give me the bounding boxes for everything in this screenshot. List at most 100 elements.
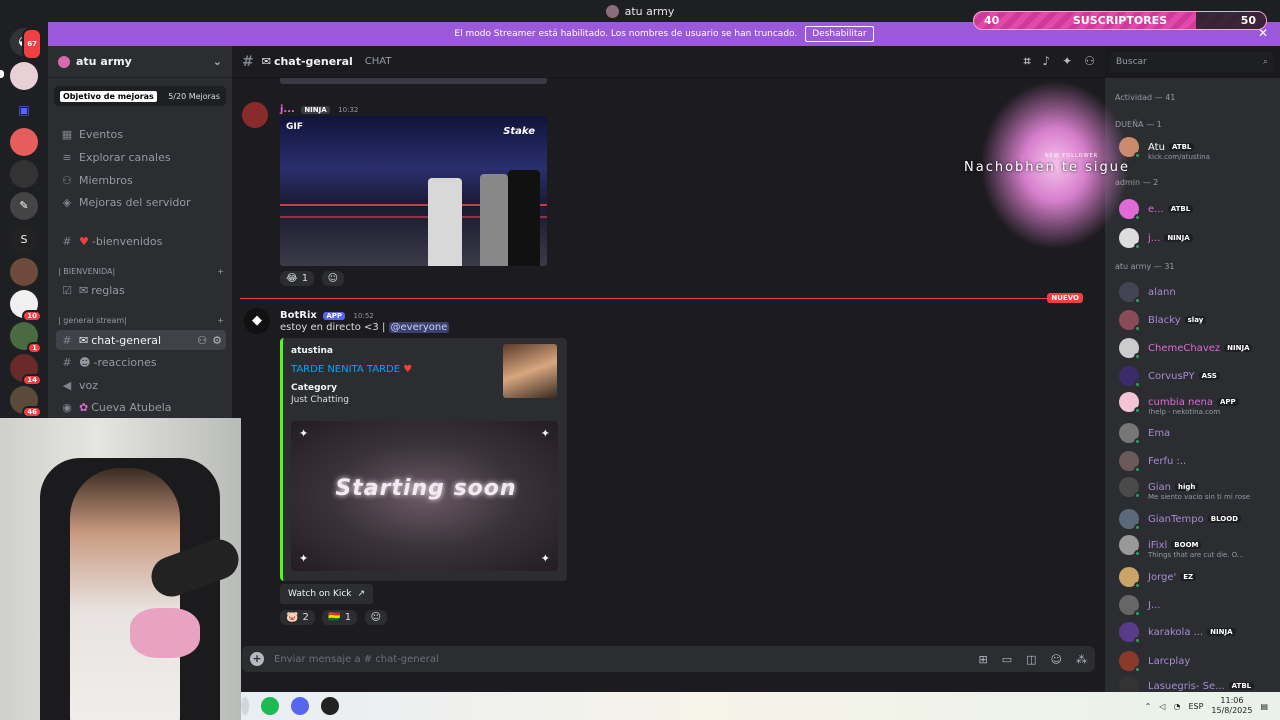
- embed-thumbnail[interactable]: [503, 344, 557, 398]
- speaker-icon[interactable]: ◁: [1159, 702, 1165, 711]
- server-icon[interactable]: 14: [10, 354, 42, 386]
- invite-icon[interactable]: ⚇: [197, 334, 207, 347]
- gif-attachment[interactable]: GIF Stake: [280, 116, 547, 266]
- server-icon[interactable]: 46: [10, 386, 42, 418]
- chat-scrollbar[interactable]: [1096, 608, 1101, 634]
- member-item[interactable]: alann: [1119, 281, 1277, 304]
- message-author[interactable]: BotRix: [280, 310, 317, 321]
- watch-on-kick-button[interactable]: Watch on Kick ↗: [280, 584, 374, 604]
- webcam-overlay: [0, 418, 241, 720]
- emoji-icon[interactable]: ☺: [1051, 653, 1062, 666]
- gift-icon[interactable]: ⊞: [979, 653, 988, 666]
- notification-icon[interactable]: ▤: [1260, 702, 1268, 711]
- server-icon[interactable]: ✎: [10, 192, 38, 220]
- server-icon[interactable]: S: [10, 226, 38, 254]
- bot-avatar[interactable]: ◆: [244, 308, 270, 334]
- reaction-button[interactable]: 😂 1: [280, 271, 315, 286]
- hash-icon: #: [242, 53, 254, 70]
- category-general-stream[interactable]: | general stream| +: [58, 316, 224, 325]
- server-icon[interactable]: [10, 258, 38, 286]
- nav-server-boosts[interactable]: ◈ Mejoras del servidor: [56, 192, 226, 212]
- avatar: [1119, 651, 1141, 673]
- notifications-icon[interactable]: ♪: [1043, 54, 1051, 69]
- avatar[interactable]: [242, 102, 268, 128]
- channel-chat-general[interactable]: # ✉ chat-general ⚇ ⚙: [56, 330, 226, 350]
- server-header[interactable]: atu army ⌄: [48, 46, 232, 78]
- reaction-button[interactable]: 🇧🇴 1: [322, 610, 358, 625]
- member-item[interactable]: iFixl BOOM Things that are cut die. O...: [1119, 534, 1277, 559]
- gif-icon[interactable]: ▭: [1002, 653, 1012, 666]
- channel-bienvenidos[interactable]: # ♥ -bienvenidos: [56, 231, 226, 251]
- notification-badge: 46: [22, 406, 42, 418]
- browse-icon: ≡: [62, 150, 72, 164]
- member-name: Jorge': [1148, 571, 1177, 583]
- nav-members[interactable]: ⚇ Miembros: [56, 170, 226, 190]
- discord-icon[interactable]: [291, 697, 309, 715]
- member-item[interactable]: GianTempo BLOOD: [1119, 508, 1277, 531]
- everyone-mention[interactable]: @everyone: [388, 322, 450, 333]
- server-icon[interactable]: 10: [10, 290, 42, 322]
- plus-icon[interactable]: +: [250, 652, 264, 666]
- message-composer[interactable]: + Enviar mensaje a # chat-general ⊞ ▭ ◫ …: [242, 646, 1095, 672]
- member-item[interactable]: Ferfu :..: [1119, 450, 1277, 473]
- sticker-icon[interactable]: ◫: [1026, 653, 1036, 666]
- add-reaction-button[interactable]: ☺: [321, 271, 344, 286]
- server-icon[interactable]: [10, 160, 38, 188]
- reaction-button[interactable]: 🐷 2: [280, 610, 315, 625]
- member-name: CorvusPY: [1148, 370, 1195, 382]
- member-list-icon[interactable]: ⚇: [1084, 54, 1095, 69]
- threads-icon[interactable]: ⌗: [1024, 54, 1031, 69]
- channel-voz[interactable]: ◀ voz: [56, 375, 226, 395]
- status-indicator: [1134, 381, 1141, 388]
- member-item[interactable]: Blacky slay: [1119, 309, 1277, 332]
- member-item[interactable]: Gian high Me siento vacio sin ti mi rose: [1119, 476, 1277, 501]
- member-item[interactable]: CorvusPY ASS: [1119, 365, 1277, 388]
- member-item[interactable]: karakola ... NINJA: [1119, 621, 1277, 644]
- channel-reacciones[interactable]: # ☻ -reacciones: [56, 352, 226, 372]
- plus-icon[interactable]: +: [217, 316, 224, 325]
- app-icon[interactable]: [241, 697, 249, 715]
- member-item[interactable]: J...: [1119, 594, 1277, 617]
- apps-icon[interactable]: ⁂: [1076, 653, 1087, 666]
- spotify-icon[interactable]: [261, 697, 279, 715]
- clock[interactable]: 11:06 15/8/2025: [1211, 696, 1252, 716]
- boost-goal-bar[interactable]: Objetivo de mejoras 5/20 Mejoras: [54, 86, 226, 106]
- search-input[interactable]: Buscar ⌕: [1110, 52, 1274, 72]
- server-icon[interactable]: 1: [10, 322, 42, 354]
- embed-image[interactable]: ✦ ✦ ✦ ✦ Starting soon: [291, 421, 558, 571]
- avatar: [1119, 366, 1141, 388]
- reactions-row: 😂 1 ☺: [280, 271, 348, 286]
- member-tag: ASS: [1198, 372, 1220, 380]
- banner-text: El modo Streamer está habilitado. Los no…: [454, 29, 798, 39]
- follow-alert-overlay: NEW FOLLOWER Nachobhen te sigue: [960, 80, 1175, 250]
- network-icon[interactable]: ◔: [1173, 702, 1180, 711]
- member-item[interactable]: ChemeChavez NINJA: [1119, 337, 1277, 360]
- member-item[interactable]: Jorge' EZ: [1119, 566, 1277, 589]
- member-item[interactable]: Larcplay: [1119, 650, 1277, 673]
- member-tag: slay: [1184, 316, 1207, 324]
- channel-cueva-atubela[interactable]: ◉ ✿ Cueva Atubela: [56, 397, 226, 417]
- server-icon[interactable]: ▣: [10, 96, 38, 124]
- disable-streamer-button[interactable]: Deshabilitar: [805, 26, 874, 42]
- language-indicator[interactable]: ESP: [1188, 702, 1203, 711]
- channel-title: chat-general: [273, 55, 353, 68]
- chevron-up-icon[interactable]: ⌃: [1145, 702, 1152, 711]
- category-bienvenida[interactable]: | BIENVENIDA| +: [58, 267, 224, 276]
- alert-small-label: NEW FOLLOWER: [1045, 153, 1099, 159]
- composer-placeholder[interactable]: Enviar mensaje a # chat-general: [274, 654, 439, 665]
- add-reaction-button[interactable]: ☺: [364, 610, 388, 625]
- member-item[interactable]: cumbia nena APP !help · nekotina.com: [1119, 391, 1277, 416]
- gear-icon[interactable]: ⚙: [212, 334, 222, 347]
- server-icon[interactable]: [10, 128, 38, 156]
- pin-icon[interactable]: ✦: [1062, 54, 1072, 69]
- direct-messages-icon[interactable]: ◕67: [10, 28, 42, 60]
- server-icon[interactable]: [10, 62, 38, 90]
- channel-reglas[interactable]: ☑ ✉ reglas: [56, 280, 226, 300]
- plus-icon[interactable]: +: [217, 267, 224, 276]
- member-item[interactable]: Ema: [1119, 422, 1277, 445]
- nav-browse-channels[interactable]: ≡ Explorar canales: [56, 147, 226, 167]
- app-icon[interactable]: [321, 697, 339, 715]
- message-author[interactable]: j...: [280, 104, 295, 115]
- nav-events[interactable]: ▦ Eventos: [56, 124, 226, 144]
- embed-title-text: TARDE NENITA TARDE: [291, 364, 401, 375]
